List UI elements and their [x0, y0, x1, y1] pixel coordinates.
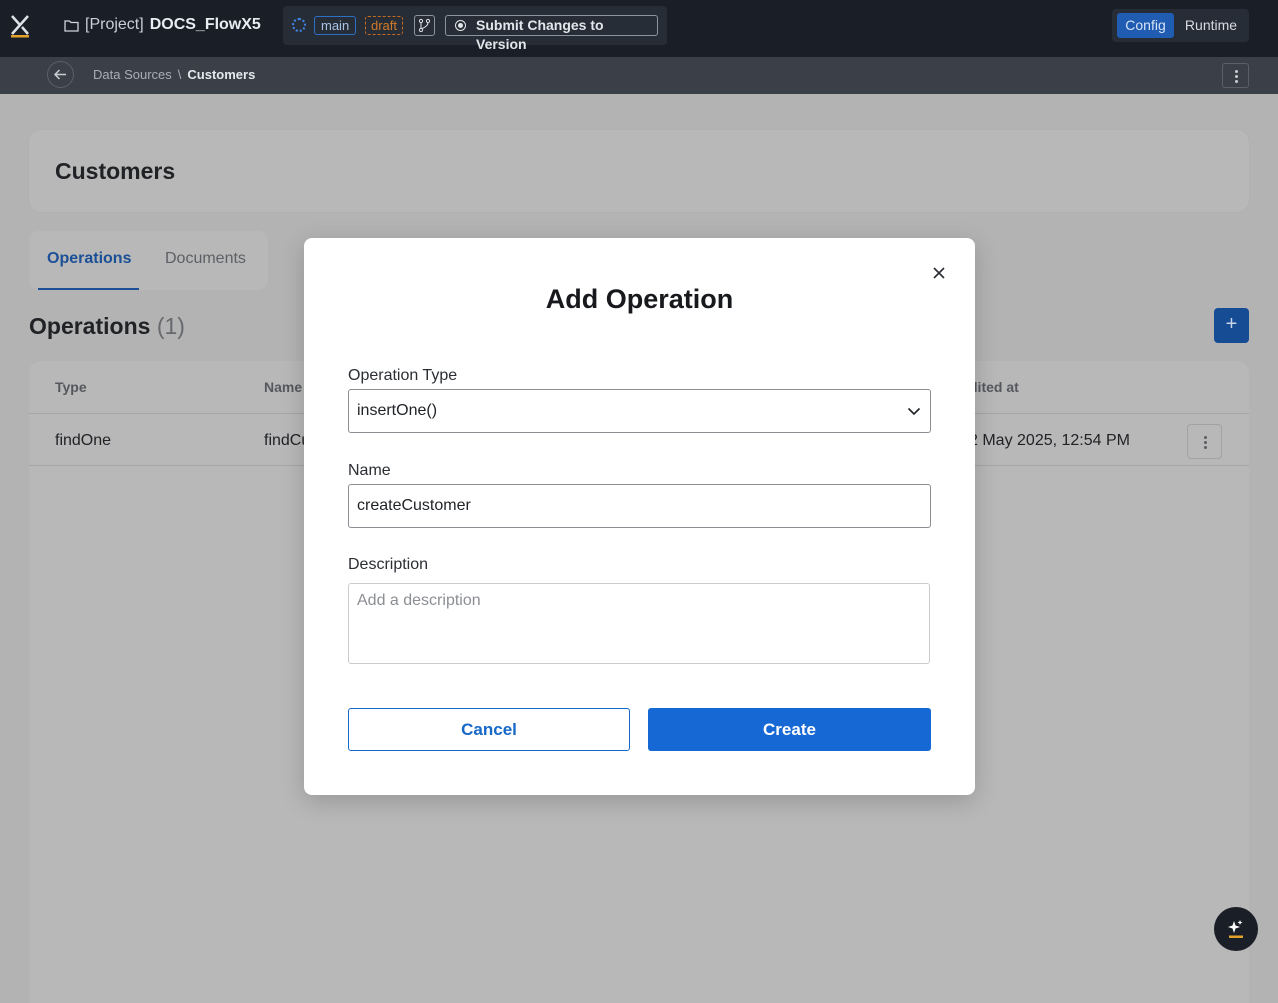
breadcrumb: Data Sources \ Customers — [93, 67, 255, 82]
branch-badge[interactable]: main — [314, 16, 357, 35]
chevron-down-icon — [907, 407, 921, 416]
version-bar: main draft Submit Changes to Version — [283, 6, 667, 52]
breadcrumb-bar: Data Sources \ Customers — [0, 57, 1278, 94]
spinner-icon — [292, 18, 306, 32]
top-bar: [Project] DOCS_FlowX5 main draft Submit … — [0, 0, 1278, 57]
more-vertical-icon — [1234, 74, 1238, 78]
mode-config-button[interactable]: Config — [1117, 13, 1174, 38]
status-badge: draft — [365, 16, 404, 35]
flowx-logo-icon[interactable] — [10, 14, 32, 38]
section-count: (1) — [156, 313, 185, 339]
mode-toggle: Config Runtime — [1112, 9, 1249, 42]
description-label: Description — [348, 556, 429, 573]
ai-sparkle-icon — [1228, 920, 1243, 938]
description-field[interactable] — [348, 583, 930, 664]
tabs: Operations Documents — [29, 231, 268, 290]
add-operation-dialog: Add Operation Operation Type insertOne()… — [304, 238, 975, 795]
more-vertical-icon — [1203, 440, 1207, 444]
page-title: Customers — [55, 158, 176, 184]
tab-documents[interactable]: Documents — [165, 250, 246, 268]
close-icon[interactable] — [929, 263, 949, 283]
breadcrumb-separator: \ — [177, 67, 182, 82]
arrow-left-icon — [53, 69, 66, 80]
plus-icon: + — [1225, 313, 1238, 335]
cell-edited-at: 2 May 2025, 12:54 PM — [969, 432, 1130, 449]
operation-type-value: insertOne() — [357, 402, 438, 419]
record-icon — [455, 20, 466, 31]
submit-changes-label: Submit Changes to Version — [476, 17, 604, 52]
operation-type-label: Operation Type — [348, 367, 458, 384]
operation-type-select[interactable]: insertOne() — [348, 389, 931, 433]
row-menu-button[interactable] — [1187, 424, 1222, 459]
section-title: Operations (1) — [29, 313, 185, 340]
column-header-name[interactable]: Name — [264, 379, 302, 395]
ai-assistant-button[interactable] — [1214, 907, 1258, 951]
project-selector[interactable]: [Project] DOCS_FlowX5 — [64, 16, 261, 34]
project-name: DOCS_FlowX5 — [149, 16, 261, 33]
page-header: Customers — [29, 130, 1249, 212]
section-title-text: Operations — [29, 313, 151, 339]
cell-type: findOne — [55, 432, 112, 449]
name-label: Name — [348, 462, 391, 479]
tab-operations[interactable]: Operations — [47, 250, 131, 268]
folder-icon — [64, 19, 79, 32]
add-operation-button[interactable]: + — [1214, 308, 1249, 343]
more-options-button[interactable] — [1222, 63, 1249, 88]
dialog-title: Add Operation — [545, 284, 734, 314]
column-header-type[interactable]: Type — [55, 379, 87, 395]
breadcrumb-parent[interactable]: Data Sources — [93, 67, 172, 82]
git-branch-icon — [418, 18, 431, 33]
name-field[interactable] — [348, 484, 931, 528]
mode-runtime-button[interactable]: Runtime — [1178, 13, 1244, 38]
project-prefix: [Project] — [85, 16, 144, 33]
create-button[interactable]: Create — [648, 708, 931, 751]
active-tab-indicator — [38, 288, 139, 290]
submit-changes-button[interactable]: Submit Changes to Version — [445, 15, 658, 52]
breadcrumb-current: Customers — [187, 67, 256, 82]
cancel-button[interactable]: Cancel — [348, 708, 630, 751]
branch-button[interactable] — [414, 15, 435, 36]
back-button[interactable] — [47, 61, 74, 88]
column-header-edited-at[interactable]: dited at — [969, 379, 1019, 395]
